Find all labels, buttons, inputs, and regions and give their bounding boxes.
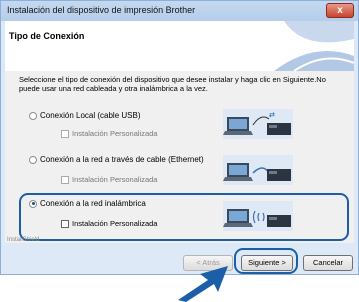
cancel-button-label: Cancelar (312, 258, 343, 267)
usb-connection-icon: ⇄ (223, 109, 293, 139)
close-icon: x (337, 5, 343, 16)
cancel-button[interactable]: Cancelar (303, 255, 353, 271)
option-usb-custom-checkbox: Instalación Personalizada (61, 129, 158, 139)
instruction-text: Seleccione el tipo de conexión del dispo… (19, 75, 326, 93)
option-ethernet-custom-label: Instalación Personalizada (72, 175, 158, 184)
header-banner-graphic (274, 21, 354, 71)
option-usb-radio[interactable]: Conexión Local (cable USB) (29, 111, 141, 120)
option-usb-custom-label: Instalación Personalizada (72, 129, 158, 138)
wireless-option-highlight (19, 193, 349, 241)
header-panel: Tipo de Conexión (5, 21, 354, 71)
option-ethernet-radio[interactable]: Conexión a la red a través de cable (Eth… (29, 155, 204, 164)
pointer-arrow-icon (178, 266, 228, 302)
checkbox-icon (61, 130, 69, 139)
radio-icon (29, 111, 37, 120)
option-ethernet-label: Conexión a la red a través de cable (Eth… (40, 155, 204, 164)
svg-text:⇄: ⇄ (269, 111, 275, 119)
ethernet-connection-icon (223, 155, 293, 185)
checkbox-icon (61, 176, 69, 185)
close-button[interactable]: x (326, 3, 354, 18)
next-button-highlight (234, 248, 298, 274)
option-ethernet-custom-checkbox: Instalación Personalizada (61, 175, 158, 185)
installshield-watermark: InstallShield (7, 237, 40, 243)
option-usb-label: Conexión Local (cable USB) (40, 111, 141, 120)
window-title: Instalación del dispositivo de impresión… (7, 5, 196, 15)
installer-window: Instalación del dispositivo de impresión… (0, 0, 359, 275)
title-bar[interactable]: Instalación del dispositivo de impresión… (1, 1, 358, 21)
radio-icon (29, 155, 37, 164)
page-title: Tipo de Conexión (9, 31, 85, 41)
